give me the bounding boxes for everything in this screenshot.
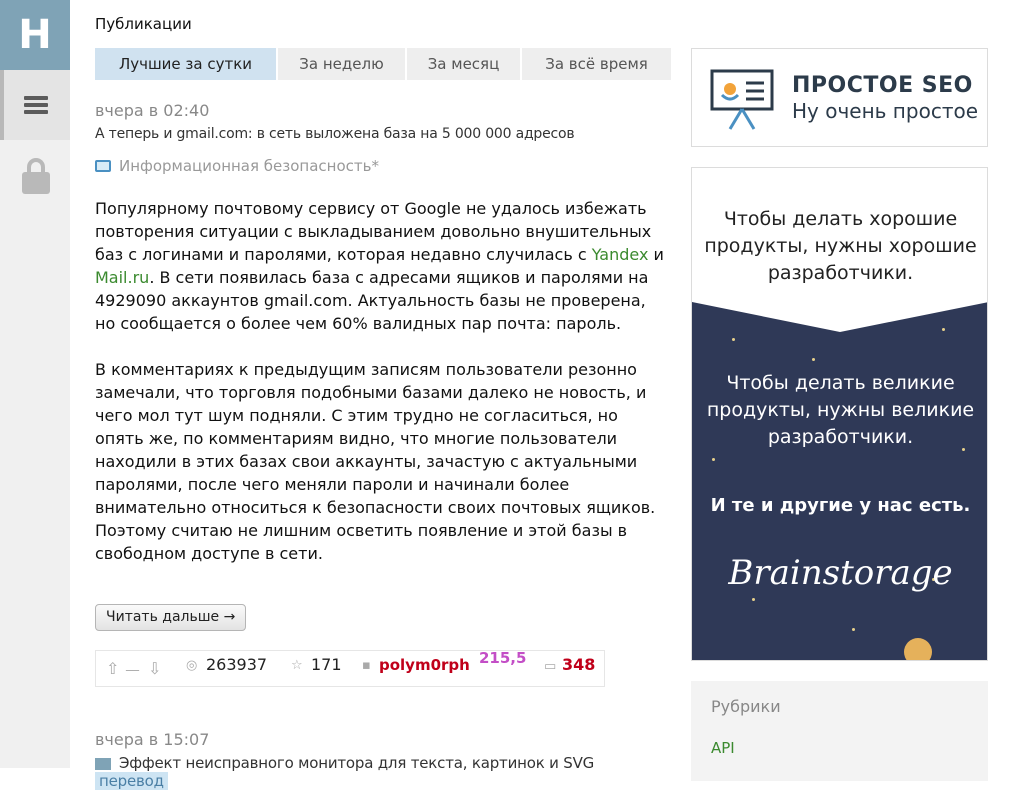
comments-icon[interactable]: ▭ <box>544 659 556 674</box>
vote-up-icon[interactable]: ⇧ <box>106 659 119 678</box>
menu-icon-bar <box>24 103 48 107</box>
habr-logo[interactable]: H <box>0 0 70 70</box>
post-date: вчера в 15:07 <box>95 730 210 749</box>
tab-month[interactable]: За месяц <box>407 48 520 80</box>
post-hub[interactable]: Информационная безопасность* <box>95 157 379 175</box>
ad-dark-panel: Чтобы делать великие продукты, нужны вел… <box>692 298 987 660</box>
lock-icon[interactable] <box>22 158 52 194</box>
star-dot <box>712 458 715 461</box>
period-tabs: Лучшие за сутки За неделю За месяц За вс… <box>95 48 671 80</box>
post-paragraph: В комментариях к предыдущим записям поль… <box>95 360 656 563</box>
post-title-text: Эффект неисправного монитора для текста,… <box>119 754 595 772</box>
star-icon[interactable]: ☆ <box>291 658 303 673</box>
tab-all-time[interactable]: За всё время <box>522 48 671 80</box>
favorites-count: 171 <box>311 655 342 674</box>
brainstorage-logo: Brainstorage <box>728 553 953 593</box>
rubrics-panel: Рубрики API <box>691 681 988 781</box>
post-title[interactable]: А теперь и gmail.com: в сеть выложена ба… <box>95 126 575 142</box>
hub-label: Информационная безопасность* <box>119 157 379 175</box>
left-rail: H <box>0 0 70 768</box>
translation-badge: перевод <box>95 772 168 790</box>
star-dot <box>732 338 735 341</box>
star-dot <box>812 358 815 361</box>
author-karma: 215,5 <box>479 649 527 667</box>
ad-text-bold: И те и другие у нас есть. <box>710 495 971 516</box>
comments-count[interactable]: 348 <box>562 655 595 674</box>
tab-week[interactable]: За неделю <box>278 48 405 80</box>
briefcase-icon <box>95 160 111 172</box>
post-title[interactable]: Эффект неисправного монитора для текста,… <box>95 754 671 790</box>
link-yandex[interactable]: Yandex <box>592 245 649 264</box>
brainstorage-ad[interactable]: Чтобы делать великие продукты, нужны вел… <box>691 167 988 661</box>
post-body: Популярному почтовому сервису от Google … <box>95 197 671 588</box>
post-infopanel: ⇧ __ ⇩ ◎ 263937 ☆ 171 ▪ polym0rph 215,5 … <box>95 649 605 687</box>
ad-chevron <box>692 298 987 332</box>
rubric-item-api[interactable]: API <box>711 739 735 757</box>
seo-banner-title: ПРОСТОЕ SEO <box>792 73 973 98</box>
menu-icon <box>24 96 48 100</box>
vote-down-icon[interactable]: ⇩ <box>148 659 161 678</box>
paragraph-text: Популярному почтовому сервису от Google … <box>95 199 652 264</box>
post-date: вчера в 02:40 <box>95 101 210 120</box>
read-more-button[interactable]: Читать дальше → <box>95 604 247 631</box>
planet-icon <box>904 638 932 660</box>
ad-text-top: Чтобы делать хорошие продукты, нужны хор… <box>704 208 977 284</box>
section-title: Публикации <box>95 15 192 33</box>
seo-banner-subtitle: Ну очень простое <box>792 99 979 123</box>
menu-button[interactable] <box>0 70 70 140</box>
star-dot <box>852 628 855 631</box>
vote-score: __ <box>126 657 139 672</box>
presentation-board-icon <box>710 69 774 130</box>
paragraph-text: и <box>648 245 664 264</box>
ad-text-middle: Чтобы делать великие продукты, нужны вел… <box>706 372 975 448</box>
star-dot <box>752 598 755 601</box>
author-name[interactable]: polym0rph <box>379 656 470 674</box>
tab-best-day[interactable]: Лучшие за сутки <box>95 48 276 80</box>
eye-icon: ◎ <box>186 658 198 673</box>
rubrics-title: Рубрики <box>711 697 781 716</box>
ad-white-panel: Чтобы делать хорошие продукты, нужны хор… <box>692 168 987 298</box>
paragraph-text: . В сети появилась база с адресами ящико… <box>95 268 649 333</box>
link-mail-ru[interactable]: Mail.ru <box>95 268 149 287</box>
seo-banner[interactable]: ПРОСТОЕ SEO Ну очень простое <box>691 48 988 147</box>
user-icon: ▪ <box>362 658 371 673</box>
lock-body <box>22 172 50 194</box>
menu-icon-bar <box>24 110 48 114</box>
views-count: 263937 <box>206 655 268 674</box>
post-paragraph: Популярному почтовому сервису от Google … <box>95 197 671 335</box>
